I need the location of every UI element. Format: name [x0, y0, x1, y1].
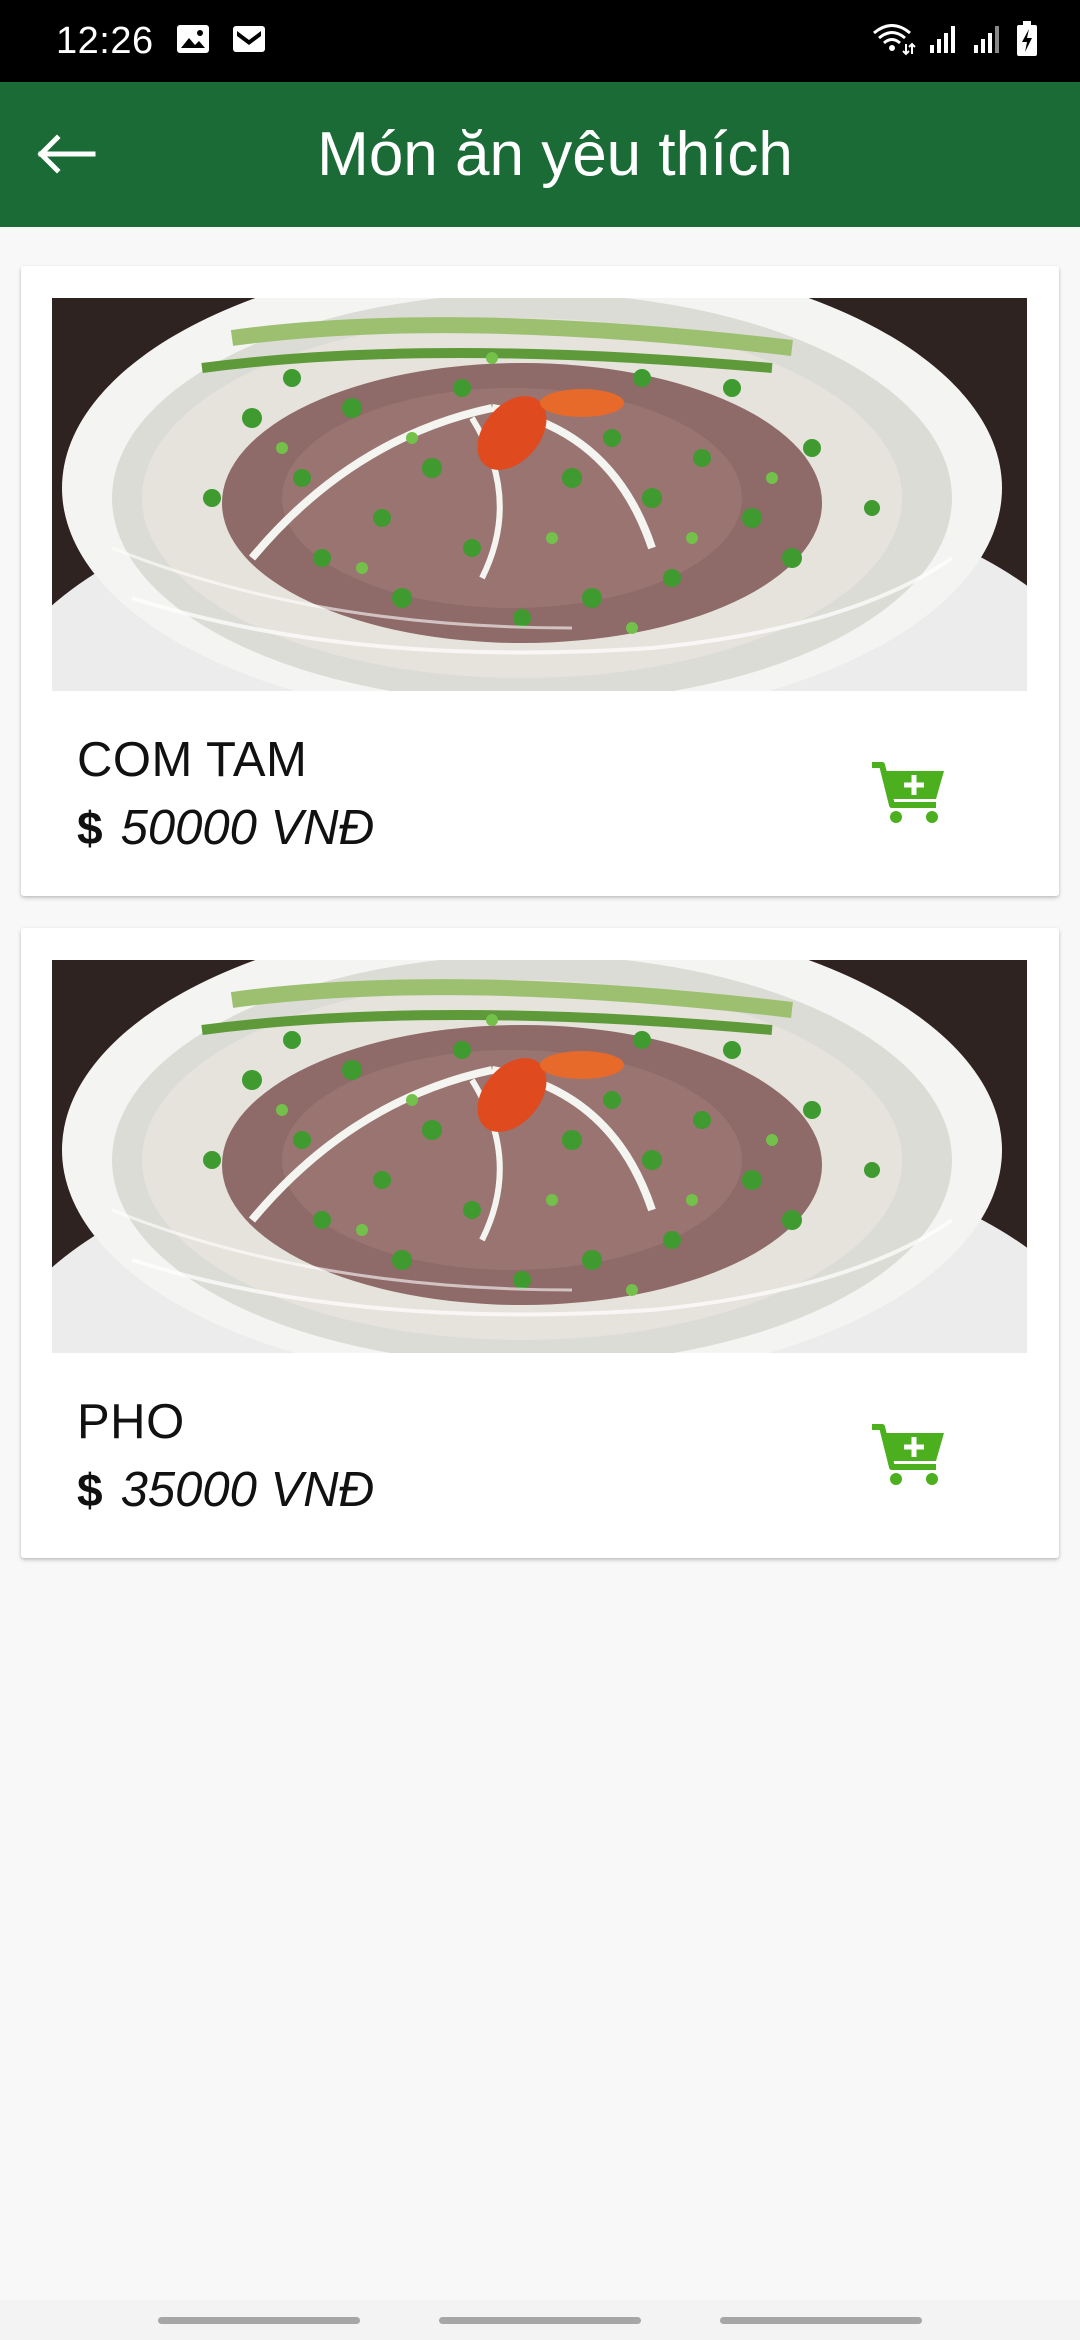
signal-icon	[928, 23, 960, 60]
app-bar: Món ăn yêu thích	[0, 82, 1080, 227]
navigation-bar	[0, 2300, 1080, 2340]
nav-home-button[interactable]	[439, 2317, 641, 2324]
food-name: COM TAM	[77, 733, 308, 787]
add-to-cart-icon	[870, 761, 948, 832]
status-bar: 12:26	[0, 0, 1080, 82]
price-value: 50000 VNĐ	[120, 801, 374, 855]
add-to-cart-button[interactable]	[867, 1416, 951, 1500]
food-name: PHO	[77, 1395, 185, 1449]
food-price: $ 35000 VNĐ	[77, 1462, 374, 1518]
battery-charging-icon	[1016, 20, 1038, 62]
signal-icon	[972, 23, 1004, 60]
favorite-card[interactable]: PHO $ 35000 VNĐ	[21, 928, 1059, 1558]
add-to-cart-button[interactable]	[867, 754, 951, 838]
price-symbol: $	[77, 1464, 103, 1516]
image-icon	[176, 24, 210, 59]
nav-back-button[interactable]	[720, 2317, 922, 2324]
price-symbol: $	[77, 802, 103, 854]
add-to-cart-icon	[870, 1423, 948, 1494]
food-image	[52, 298, 1027, 691]
price-value: 35000 VNĐ	[120, 1463, 374, 1517]
favorite-card[interactable]: COM TAM $ 50000 VNĐ	[21, 266, 1059, 896]
gmail-icon	[232, 25, 266, 58]
wifi-icon	[872, 22, 916, 61]
status-time: 12:26	[56, 19, 154, 62]
nav-recents-button[interactable]	[158, 2317, 360, 2324]
food-price: $ 50000 VNĐ	[77, 800, 374, 856]
page-title: Món ăn yêu thích	[317, 120, 793, 189]
food-image	[52, 960, 1027, 1353]
